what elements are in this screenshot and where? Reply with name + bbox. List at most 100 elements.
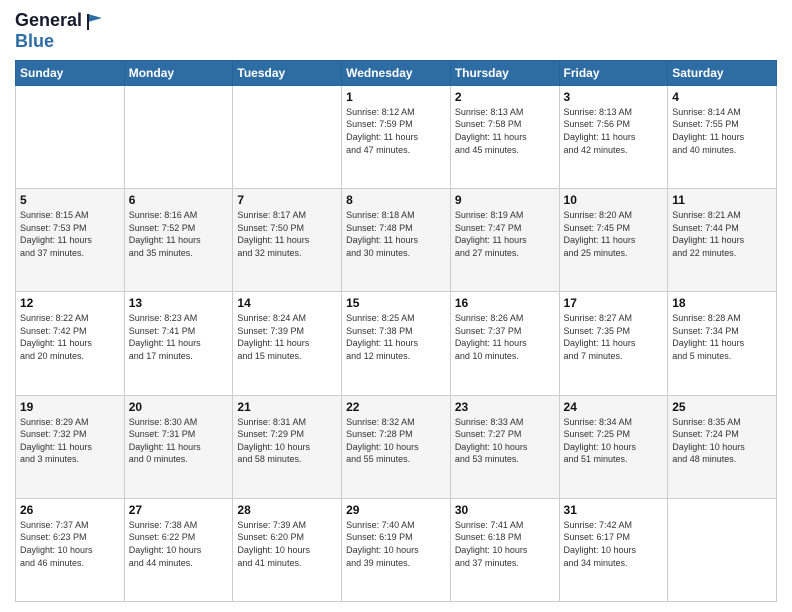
calendar-cell: 31 Sunrise: 7:42 AM Sunset: 6:17 PM Dayli… [559,498,668,601]
day-info: Sunrise: 7:38 AM Sunset: 6:22 PM Dayligh… [129,519,229,569]
day-number: 17 [564,296,664,310]
calendar-week-row: 26 Sunrise: 7:37 AM Sunset: 6:23 PM Dayli… [16,498,777,601]
day-info: Sunrise: 8:20 AM Sunset: 7:45 PM Dayligh… [564,209,664,259]
day-info: Sunrise: 8:19 AM Sunset: 7:47 PM Dayligh… [455,209,555,259]
day-info: Sunrise: 8:18 AM Sunset: 7:48 PM Dayligh… [346,209,446,259]
day-info: Sunrise: 8:25 AM Sunset: 7:38 PM Dayligh… [346,312,446,362]
day-info: Sunrise: 8:33 AM Sunset: 7:27 PM Dayligh… [455,416,555,466]
calendar-cell: 28 Sunrise: 7:39 AM Sunset: 6:20 PM Dayli… [233,498,342,601]
calendar-cell: 27 Sunrise: 7:38 AM Sunset: 6:22 PM Dayli… [124,498,233,601]
calendar-cell: 5 Sunrise: 8:15 AM Sunset: 7:53 PM Daylig… [16,189,125,292]
header: General Blue [15,10,777,52]
day-number: 15 [346,296,446,310]
weekday-header-tuesday: Tuesday [233,60,342,85]
day-info: Sunrise: 8:13 AM Sunset: 7:58 PM Dayligh… [455,106,555,156]
day-info: Sunrise: 8:31 AM Sunset: 7:29 PM Dayligh… [237,416,337,466]
calendar-cell: 12 Sunrise: 8:22 AM Sunset: 7:42 PM Dayli… [16,292,125,395]
day-number: 8 [346,193,446,207]
weekday-header-row: SundayMondayTuesdayWednesdayThursdayFrid… [16,60,777,85]
day-number: 22 [346,400,446,414]
day-number: 28 [237,503,337,517]
day-number: 20 [129,400,229,414]
day-number: 23 [455,400,555,414]
calendar-week-row: 19 Sunrise: 8:29 AM Sunset: 7:32 PM Dayli… [16,395,777,498]
day-number: 2 [455,90,555,104]
calendar-cell: 13 Sunrise: 8:23 AM Sunset: 7:41 PM Dayli… [124,292,233,395]
day-number: 14 [237,296,337,310]
calendar-cell: 21 Sunrise: 8:31 AM Sunset: 7:29 PM Dayli… [233,395,342,498]
day-number: 25 [672,400,772,414]
day-number: 12 [20,296,120,310]
day-info: Sunrise: 8:27 AM Sunset: 7:35 PM Dayligh… [564,312,664,362]
day-info: Sunrise: 8:12 AM Sunset: 7:59 PM Dayligh… [346,106,446,156]
weekday-header-saturday: Saturday [668,60,777,85]
day-number: 6 [129,193,229,207]
logo: General Blue [15,10,106,52]
calendar-cell: 19 Sunrise: 8:29 AM Sunset: 7:32 PM Dayli… [16,395,125,498]
page: General Blue SundayMondayTuesdayWednesda… [0,0,792,612]
day-info: Sunrise: 8:16 AM Sunset: 7:52 PM Dayligh… [129,209,229,259]
calendar-cell: 14 Sunrise: 8:24 AM Sunset: 7:39 PM Dayli… [233,292,342,395]
calendar-cell [233,85,342,188]
calendar-cell: 20 Sunrise: 8:30 AM Sunset: 7:31 PM Dayli… [124,395,233,498]
calendar-cell: 24Sunrise: 8:34 AM Sunset: 7:25 PM Dayli… [559,395,668,498]
weekday-header-thursday: Thursday [450,60,559,85]
logo-flag-icon [84,10,106,32]
calendar-cell: 6 Sunrise: 8:16 AM Sunset: 7:52 PM Daylig… [124,189,233,292]
day-number: 21 [237,400,337,414]
calendar-cell: 17 Sunrise: 8:27 AM Sunset: 7:35 PM Dayli… [559,292,668,395]
calendar-cell [668,498,777,601]
day-number: 30 [455,503,555,517]
calendar-cell: 23 Sunrise: 8:33 AM Sunset: 7:27 PM Dayli… [450,395,559,498]
calendar-cell: 16Sunrise: 8:26 AM Sunset: 7:37 PM Dayli… [450,292,559,395]
calendar-cell: 18Sunrise: 8:28 AM Sunset: 7:34 PM Dayli… [668,292,777,395]
day-number: 26 [20,503,120,517]
weekday-header-wednesday: Wednesday [342,60,451,85]
day-info: Sunrise: 8:21 AM Sunset: 7:44 PM Dayligh… [672,209,772,259]
day-info: Sunrise: 7:42 AM Sunset: 6:17 PM Dayligh… [564,519,664,569]
day-info: Sunrise: 8:14 AM Sunset: 7:55 PM Dayligh… [672,106,772,156]
day-number: 24 [564,400,664,414]
day-info: Sunrise: 8:17 AM Sunset: 7:50 PM Dayligh… [237,209,337,259]
calendar-cell: 15 Sunrise: 8:25 AM Sunset: 7:38 PM Dayli… [342,292,451,395]
day-number: 10 [564,193,664,207]
day-number: 11 [672,193,772,207]
calendar-cell: 26 Sunrise: 7:37 AM Sunset: 6:23 PM Dayli… [16,498,125,601]
day-number: 7 [237,193,337,207]
calendar-cell: 8 Sunrise: 8:18 AM Sunset: 7:48 PM Daylig… [342,189,451,292]
day-info: Sunrise: 8:15 AM Sunset: 7:53 PM Dayligh… [20,209,120,259]
calendar-cell: 25 Sunrise: 8:35 AM Sunset: 7:24 PM Dayli… [668,395,777,498]
calendar-cell: 11 Sunrise: 8:21 AM Sunset: 7:44 PM Dayli… [668,189,777,292]
weekday-header-monday: Monday [124,60,233,85]
calendar-week-row: 1Sunrise: 8:12 AM Sunset: 7:59 PM Daylig… [16,85,777,188]
day-info: Sunrise: 7:39 AM Sunset: 6:20 PM Dayligh… [237,519,337,569]
day-info: Sunrise: 8:29 AM Sunset: 7:32 PM Dayligh… [20,416,120,466]
calendar-cell: 4Sunrise: 8:14 AM Sunset: 7:55 PM Daylig… [668,85,777,188]
day-number: 18 [672,296,772,310]
calendar-cell: 2 Sunrise: 8:13 AM Sunset: 7:58 PM Daylig… [450,85,559,188]
day-number: 27 [129,503,229,517]
day-info: Sunrise: 7:40 AM Sunset: 6:19 PM Dayligh… [346,519,446,569]
calendar-cell [124,85,233,188]
day-info: Sunrise: 7:37 AM Sunset: 6:23 PM Dayligh… [20,519,120,569]
weekday-header-sunday: Sunday [16,60,125,85]
day-number: 13 [129,296,229,310]
day-number: 31 [564,503,664,517]
day-number: 16 [455,296,555,310]
calendar-cell [16,85,125,188]
calendar-cell: 1Sunrise: 8:12 AM Sunset: 7:59 PM Daylig… [342,85,451,188]
day-info: Sunrise: 8:24 AM Sunset: 7:39 PM Dayligh… [237,312,337,362]
day-info: Sunrise: 8:32 AM Sunset: 7:28 PM Dayligh… [346,416,446,466]
day-number: 3 [564,90,664,104]
calendar-cell: 30 Sunrise: 7:41 AM Sunset: 6:18 PM Dayli… [450,498,559,601]
day-info: Sunrise: 8:22 AM Sunset: 7:42 PM Dayligh… [20,312,120,362]
day-info: Sunrise: 7:41 AM Sunset: 6:18 PM Dayligh… [455,519,555,569]
day-info: Sunrise: 8:30 AM Sunset: 7:31 PM Dayligh… [129,416,229,466]
day-number: 9 [455,193,555,207]
logo-text-general: General [15,11,82,31]
day-info: Sunrise: 8:35 AM Sunset: 7:24 PM Dayligh… [672,416,772,466]
calendar-cell: 29Sunrise: 7:40 AM Sunset: 6:19 PM Dayli… [342,498,451,601]
day-number: 19 [20,400,120,414]
day-info: Sunrise: 8:23 AM Sunset: 7:41 PM Dayligh… [129,312,229,362]
day-number: 5 [20,193,120,207]
